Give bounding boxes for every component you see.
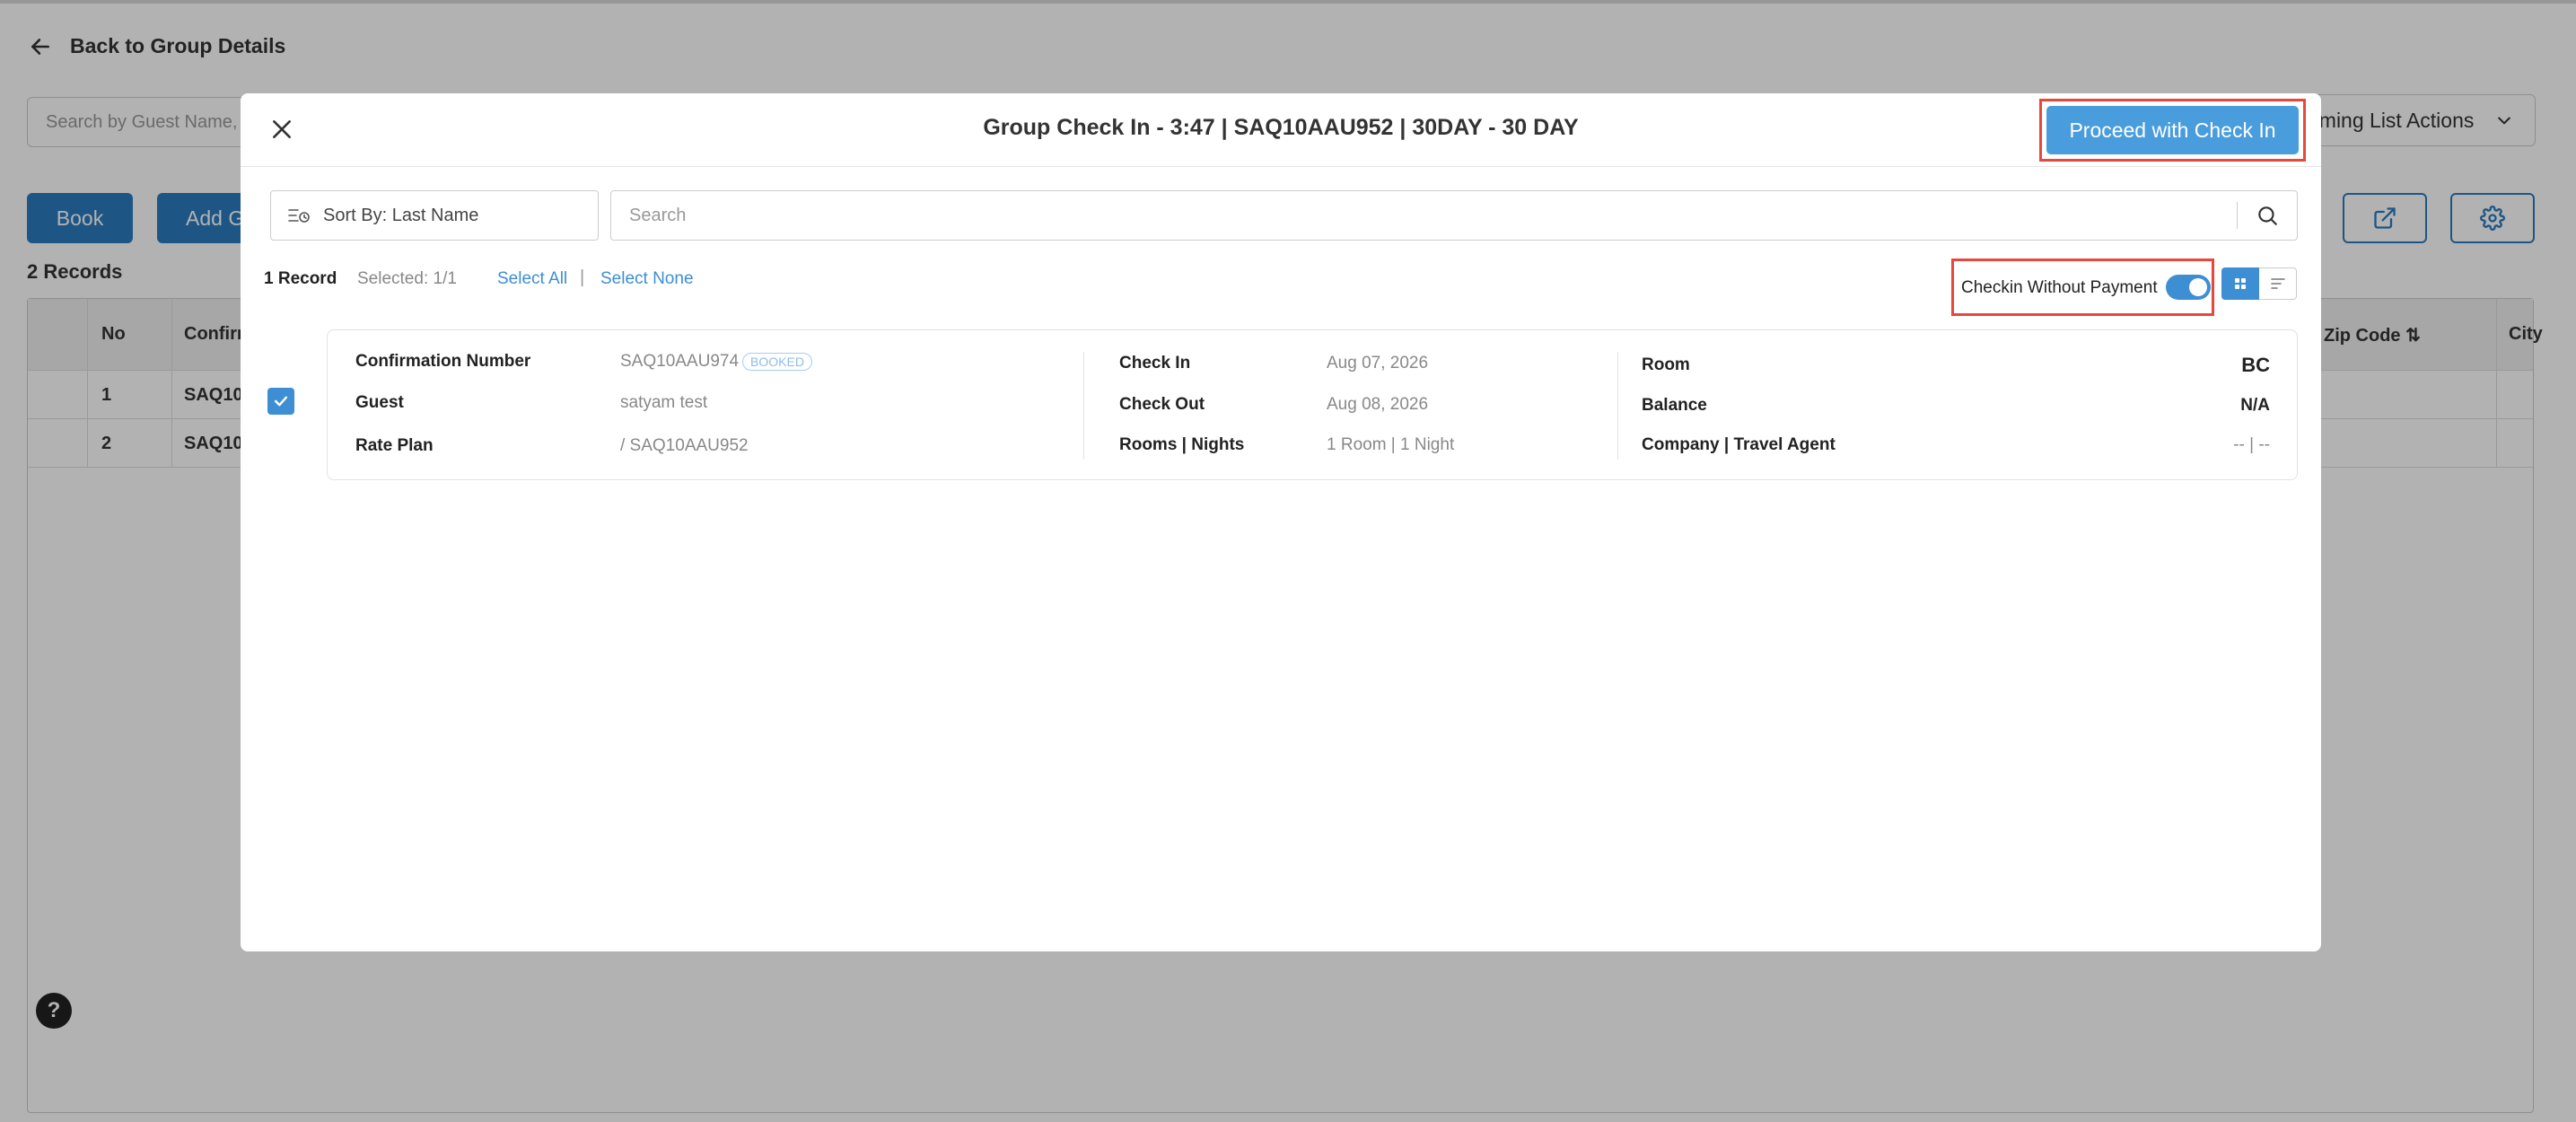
rooms-nights-value: 1 Room | 1 Night <box>1327 435 1455 454</box>
check-out-value: Aug 08, 2026 <box>1327 395 1429 414</box>
proceed-highlight: Proceed with Check In <box>2039 99 2306 162</box>
selection-separator: | <box>580 267 585 287</box>
check-in-value: Aug 07, 2026 <box>1327 354 1429 373</box>
status-badge: BOOKED <box>742 352 812 371</box>
modal-search-input[interactable] <box>611 191 2237 240</box>
search-button[interactable] <box>2238 191 2297 240</box>
card-divider <box>1617 352 1618 460</box>
search-icon <box>2258 206 2277 225</box>
balance-value: N/A <box>2240 396 2270 415</box>
checkin-without-payment-toggle[interactable] <box>2166 275 2211 300</box>
confirmation-number-label: Confirmation Number <box>355 352 531 371</box>
sort-by-dropdown[interactable]: Sort By: Last Name <box>270 190 599 241</box>
toggle-knob <box>2189 278 2207 296</box>
room-value: BC <box>2241 354 2270 376</box>
confirmation-number-value: SAQ10AAU974 BOOKED <box>620 352 812 372</box>
guest-label: Guest <box>355 393 404 412</box>
sort-icon <box>288 209 310 223</box>
proceed-with-check-in-button[interactable]: Proceed with Check In <box>2046 106 2299 154</box>
balance-label: Balance <box>1642 396 1707 415</box>
select-none-link[interactable]: Select None <box>600 269 694 289</box>
checkin-without-payment-label: Checkin Without Payment <box>1961 278 2158 297</box>
modal-header: Group Check In - 3:47 | SAQ10AAU952 | 30… <box>241 93 2321 167</box>
list-icon <box>2270 278 2285 289</box>
checkin-without-payment-highlight: Checkin Without Payment <box>1951 259 2214 316</box>
record-count: 1 Record <box>264 269 337 288</box>
selected-count: Selected: 1/1 <box>357 269 457 288</box>
company-travel-agent-label: Company | Travel Agent <box>1642 435 1836 454</box>
rate-plan-value: / SAQ10AAU952 <box>620 436 749 455</box>
rooms-nights-label: Rooms | Nights <box>1119 435 1245 454</box>
rate-plan-label: Rate Plan <box>355 436 434 455</box>
card-divider <box>1083 352 1084 460</box>
check-out-label: Check Out <box>1119 395 1205 414</box>
modal-search <box>610 190 2298 241</box>
modal-title: Group Check In - 3:47 | SAQ10AAU952 | 30… <box>983 115 1579 140</box>
list-view-button[interactable] <box>2259 267 2297 300</box>
sort-by-label: Sort By: Last Name <box>323 205 479 225</box>
guest-value: satyam test <box>620 393 708 412</box>
group-check-in-modal: Group Check In - 3:47 | SAQ10AAU952 | 30… <box>241 93 2321 951</box>
reservation-checkbox[interactable] <box>267 388 294 415</box>
grid-icon <box>2235 278 2246 289</box>
company-travel-agent-value: -- | -- <box>2233 435 2270 454</box>
reservation-card[interactable]: Confirmation Number SAQ10AAU974 BOOKED Gu… <box>327 329 2298 480</box>
room-label: Room <box>1642 355 1690 374</box>
check-icon <box>274 396 288 407</box>
select-all-link[interactable]: Select All <box>497 269 567 289</box>
grid-view-button[interactable] <box>2221 267 2259 300</box>
check-in-label: Check In <box>1119 354 1191 373</box>
